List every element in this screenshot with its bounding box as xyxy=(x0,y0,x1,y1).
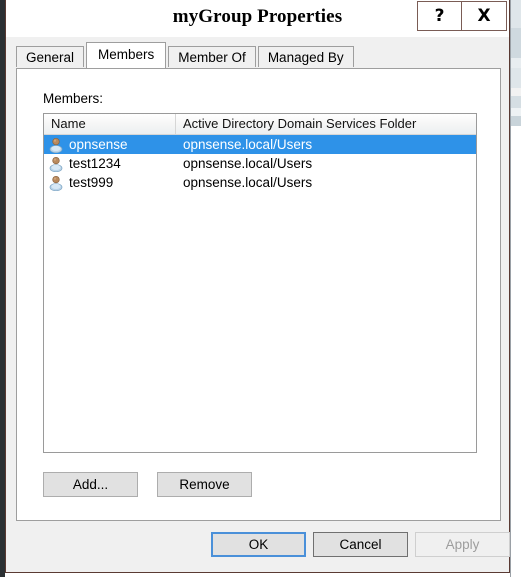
column-header-name[interactable]: Name xyxy=(44,114,176,134)
background-tint-segment xyxy=(511,0,521,28)
table-row[interactable]: opnsense opnsense.local/Users xyxy=(44,135,476,154)
tab-label: Members xyxy=(98,47,155,62)
tab-managed-by[interactable]: Managed By xyxy=(257,46,354,67)
help-button[interactable]: ? xyxy=(417,1,462,31)
background-tint-segment xyxy=(511,88,521,96)
background-tint-segment xyxy=(511,126,521,577)
question-mark-icon: ? xyxy=(434,6,445,26)
members-tab-panel: Members: Name Active Directory Domain Se… xyxy=(16,68,501,521)
column-header-folder[interactable]: Active Directory Domain Services Folder xyxy=(176,114,476,134)
background-tint-segment xyxy=(511,116,521,126)
member-name: test1234 xyxy=(69,156,121,171)
member-name: opnsense xyxy=(69,137,128,152)
user-icon xyxy=(49,175,63,191)
tab-members[interactable]: Members xyxy=(86,42,167,68)
background-window-right-edge xyxy=(510,0,521,577)
add-button[interactable]: Add... xyxy=(43,472,138,497)
cell-name: test1234 xyxy=(44,154,176,173)
background-tint-segment xyxy=(511,108,521,116)
background-tint-segment xyxy=(511,68,521,88)
background-tint-segment xyxy=(511,28,521,58)
cell-name: test999 xyxy=(44,173,176,192)
background-tint-segment xyxy=(511,58,521,68)
ok-button[interactable]: OK xyxy=(211,532,306,557)
tab-label: General xyxy=(26,50,75,65)
listview-header-row: Name Active Directory Domain Services Fo… xyxy=(44,114,476,135)
group-properties-dialog: myGroup Properties ? X General Members M… xyxy=(5,0,510,573)
member-name: test999 xyxy=(69,175,114,190)
members-list-label: Members: xyxy=(43,91,104,106)
table-row[interactable]: test999 opnsense.local/Users xyxy=(44,173,476,192)
cancel-button[interactable]: Cancel xyxy=(313,532,408,557)
apply-button: Apply xyxy=(415,532,510,557)
cell-folder: opnsense.local/Users xyxy=(183,137,313,152)
tab-general[interactable]: General xyxy=(16,46,85,67)
tab-label: Managed By xyxy=(267,50,344,65)
close-x-icon: X xyxy=(477,6,491,26)
close-button[interactable]: X xyxy=(462,1,507,31)
tab-label: Member Of xyxy=(178,50,246,65)
title-bar: myGroup Properties ? X xyxy=(6,0,509,37)
user-icon xyxy=(49,156,63,172)
background-tint-segment xyxy=(511,96,521,108)
cell-folder: opnsense.local/Users xyxy=(183,156,313,171)
remove-button[interactable]: Remove xyxy=(157,472,252,497)
tab-member-of[interactable]: Member Of xyxy=(168,46,256,67)
tab-strip: General Members Member Of Managed By xyxy=(16,42,356,68)
caption-button-group: ? X xyxy=(417,1,507,31)
table-row[interactable]: test1234 opnsense.local/Users xyxy=(44,154,476,173)
user-icon xyxy=(49,137,63,153)
cell-folder: opnsense.local/Users xyxy=(183,175,313,190)
cell-name: opnsense xyxy=(44,135,176,154)
members-listview[interactable]: Name Active Directory Domain Services Fo… xyxy=(43,113,477,453)
